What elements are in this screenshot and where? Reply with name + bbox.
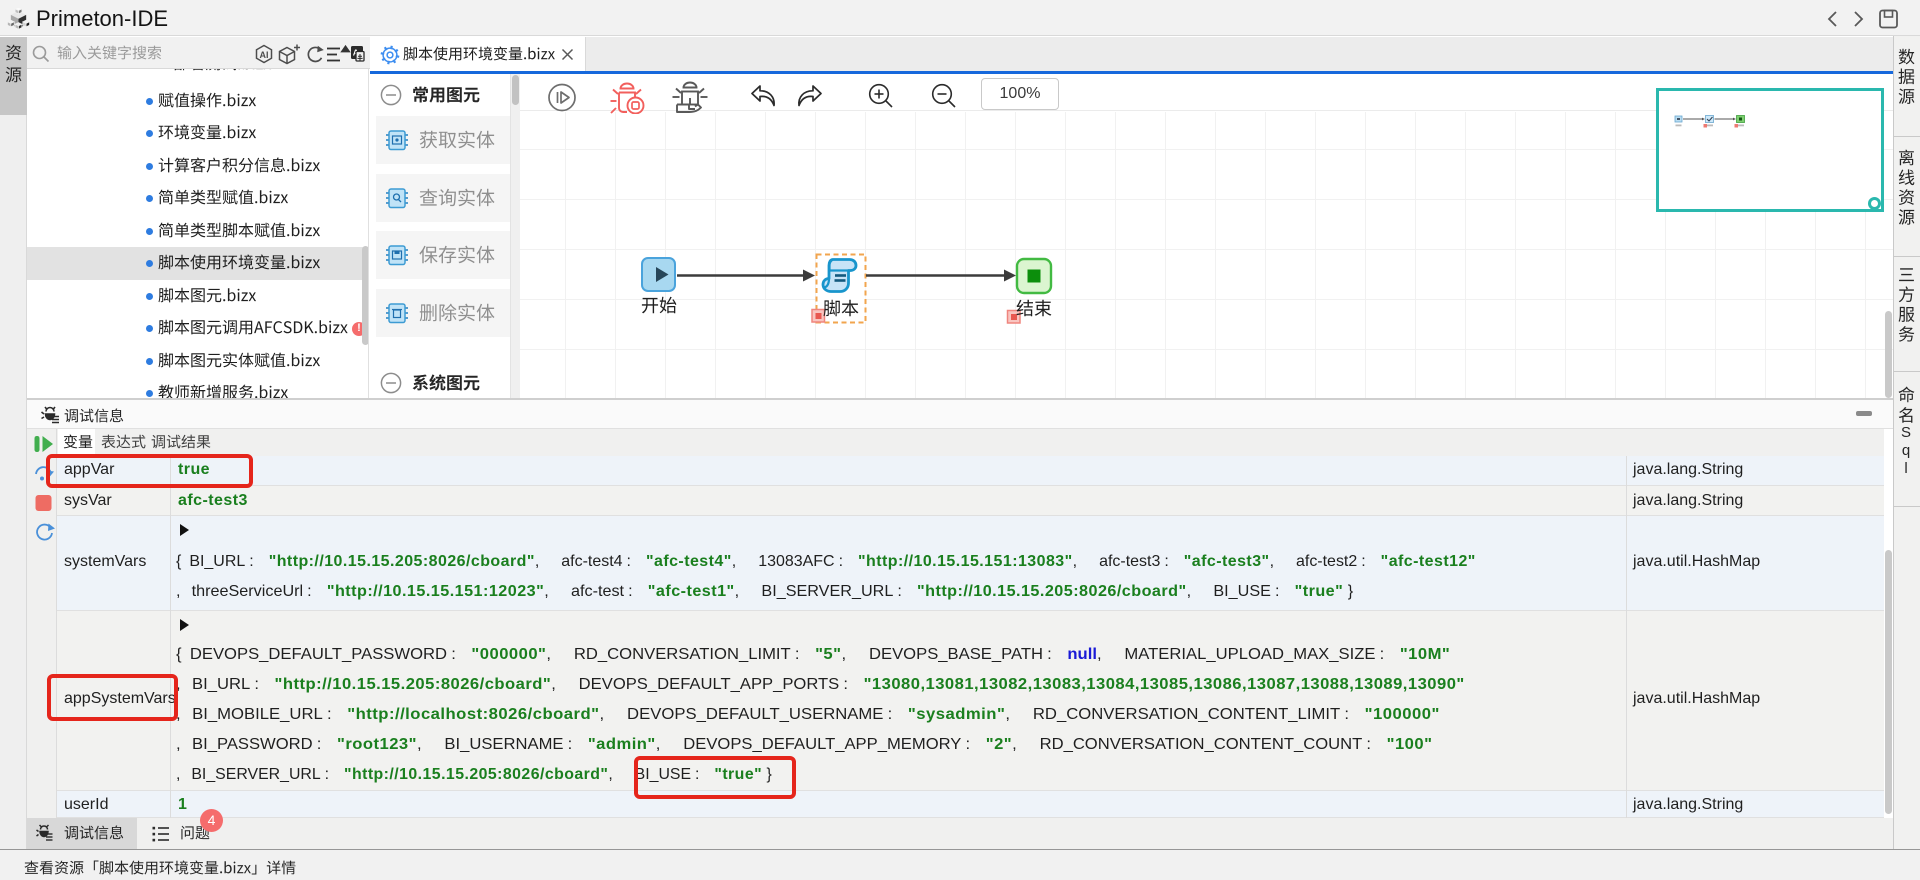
svg-text:AI: AI bbox=[260, 50, 269, 60]
